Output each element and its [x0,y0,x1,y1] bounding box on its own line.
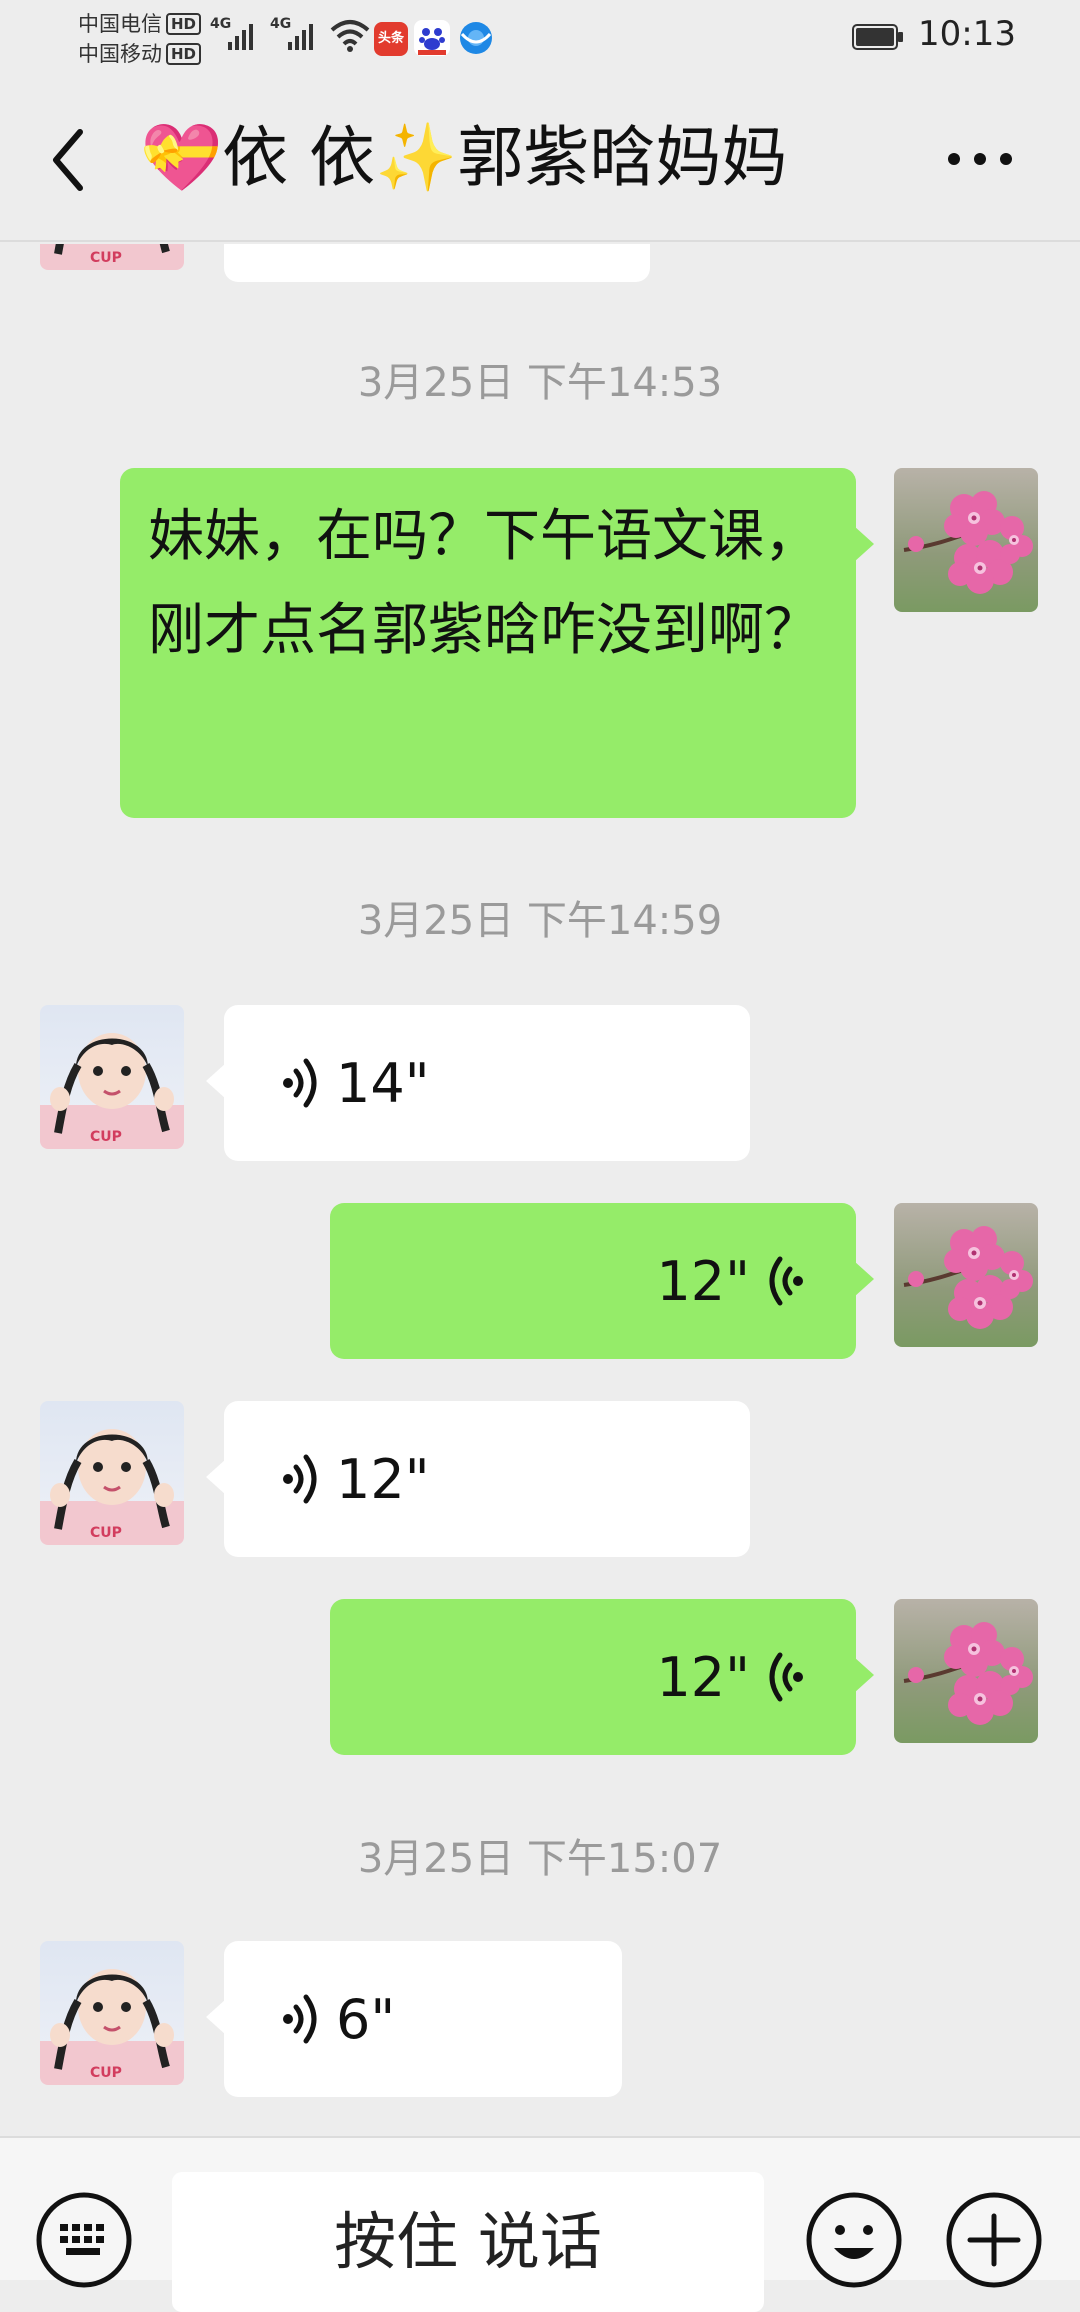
timestamp: 3月25日 下午14:53 [357,360,723,406]
carrier-1-label: 中国电信 [78,12,162,36]
signal-icon-1 [228,24,253,50]
battery-icon [852,24,903,50]
voice-wave-icon [762,1649,806,1705]
plus-icon[interactable] [944,2190,1044,2290]
hd-badge-1: HD [166,13,202,35]
voice-duration: 6" [336,1987,396,2051]
contact-avatar[interactable] [40,1401,184,1545]
my-avatar[interactable] [894,468,1038,612]
emoji-icon[interactable] [804,2190,904,2290]
keyboard-icon[interactable] [34,2190,134,2290]
carrier-1: 中国电信 HD [78,8,202,38]
wifi-icon [330,20,370,52]
carrier-2-label: 中国移动 [78,42,162,66]
contact-avatar[interactable] [40,1941,184,2085]
toutiao-app-icon: 头条 [374,22,408,56]
voice-duration: 14" [336,1051,430,1115]
voice-message-bubble[interactable]: 12" [330,1203,874,1359]
carrier-2: 中国移动 HD [78,38,202,68]
chat-header: 💝依 依✨郭紫晗妈妈 [0,78,1080,242]
message-bubble[interactable]: 妹妹，在吗？下午语文课，刚才点名郭紫晗咋没到啊？ [120,468,874,818]
status-bar: 中国电信 HD 中国移动 HD 4G 4G 头条 10:13 [0,0,1080,78]
voice-wave-icon [280,1055,324,1111]
chevron-left-icon[interactable] [44,120,94,200]
more-dots-icon[interactable] [940,134,1020,184]
clock: 10:13 [918,14,1016,54]
timestamp: 3月25日 下午15:07 [357,1836,723,1882]
hold-to-talk-button[interactable]: 按住 说话 [172,2172,764,2312]
voice-wave-icon [762,1253,806,1309]
voice-duration: 12" [656,1249,750,1313]
chat-title: 💝依 依✨郭紫晗妈妈 [140,119,788,196]
signal-icon-2 [288,24,313,50]
timestamp: 3月25日 下午14:59 [357,898,723,944]
voice-message-bubble[interactable]: 6" [206,1941,622,2097]
my-avatar[interactable] [894,1203,1038,1347]
voice-message-bubble[interactable]: 12" [206,1401,750,1557]
baidu-app-icon [414,20,450,56]
voice-message-bubble[interactable]: 12" [330,1599,874,1755]
contact-avatar[interactable] [40,244,184,270]
my-avatar[interactable] [894,1599,1038,1743]
voice-wave-icon [280,1991,324,2047]
contact-avatar[interactable] [40,1005,184,1149]
hd-badge-2: HD [166,43,202,65]
voice-duration: 12" [656,1645,750,1709]
voice-duration: 12" [336,1447,430,1511]
browser-app-icon [460,22,492,54]
voice-message-bubble[interactable]: 14" [206,1005,750,1161]
partial-message [224,244,650,282]
message-text: 妹妹，在吗？下午语文课，刚才点名郭紫晗咋没到啊？ [148,504,820,663]
input-bar: 按住 说话 [0,2136,1080,2312]
voice-wave-icon [280,1451,324,1507]
